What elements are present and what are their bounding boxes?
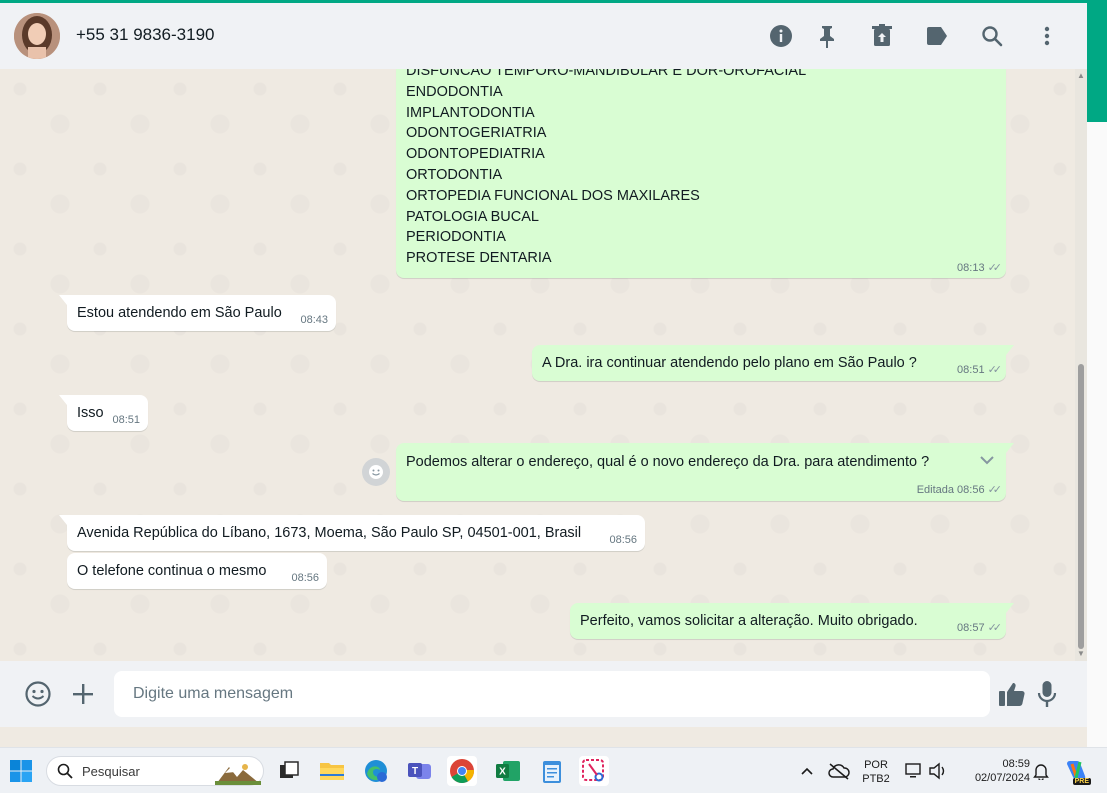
taskbar-clock[interactable]: 08:59 02/07/2024 <box>956 757 1030 785</box>
search-highlight-image-icon <box>215 759 261 790</box>
message-outgoing[interactable]: Perfeito, vamos solicitar a alteração. M… <box>570 603 1014 639</box>
chat-header: +55 31 9836-3190 <box>0 3 1087 69</box>
copilot-icon[interactable]: PRE <box>1061 756 1091 786</box>
menu-icon[interactable] <box>1032 21 1062 51</box>
message-meta: 08:51 ✓✓ <box>957 363 1003 377</box>
excel-icon[interactable]: X <box>493 756 523 786</box>
emoji-icon[interactable] <box>21 677 55 711</box>
list-line: PROTESE DENTARIA <box>406 250 552 267</box>
react-emoji-button[interactable] <box>362 458 390 486</box>
svg-text:T: T <box>412 766 418 777</box>
teams-icon[interactable]: T <box>405 756 435 786</box>
message-text: Avenida República do Líbano, 1673, Moema… <box>77 525 582 541</box>
message-time: 08:43 <box>300 314 328 326</box>
message-meta: 08:56 <box>291 572 319 584</box>
message-time: 08:56 <box>291 572 319 584</box>
message-time: 08:56 <box>957 483 985 496</box>
scroll-up-arrow-icon[interactable]: ▲ <box>1077 71 1085 80</box>
message-incoming[interactable]: O telefone continua o mesmo 08:56 <box>67 553 327 589</box>
clock-date: 02/07/2024 <box>974 772 1030 784</box>
message-meta: 08:56 <box>609 534 637 546</box>
message-text: Perfeito, vamos solicitar a alteração. M… <box>580 613 918 629</box>
microphone-icon[interactable] <box>1030 677 1064 711</box>
double-check-icon: ✓✓ <box>987 622 1003 634</box>
double-check-icon: ✓✓ <box>987 364 1003 376</box>
message-time: 08:51 <box>112 414 140 426</box>
double-check-icon: ✓✓ <box>987 484 1003 496</box>
message-meta: 08:57 ✓✓ <box>957 621 1003 635</box>
list-line: DISFUNCAO TEMPORO-MANDIBULAR E DOR-OROFA… <box>406 69 807 79</box>
windows-start-icon[interactable] <box>6 756 36 786</box>
volume-icon[interactable] <box>923 756 953 786</box>
thumbs-up-icon[interactable] <box>995 677 1029 711</box>
message-time: 08:13 <box>957 261 985 274</box>
taskbar-search-label: Pesquisar <box>82 764 140 779</box>
list-line: IMPLANTODONTIA <box>406 104 535 121</box>
message-time: 08:56 <box>609 534 637 546</box>
copilot-badge: PRE <box>1072 778 1091 785</box>
message-meta: 08:13 ✓✓ <box>957 261 1003 275</box>
edited-label: Editada <box>916 483 955 496</box>
list-line: PERIODONTIA <box>406 229 506 246</box>
svg-text:X: X <box>499 767 506 778</box>
scrollbar-thumb[interactable] <box>1078 364 1084 649</box>
message-meta: 08:43 <box>300 314 328 326</box>
notification-bell-icon[interactable] <box>1026 756 1056 786</box>
label-icon[interactable] <box>922 21 952 51</box>
edge-browser-icon[interactable] <box>361 756 391 786</box>
message-outgoing[interactable]: A Dra. ira continuar atendendo pelo plan… <box>532 345 1014 381</box>
message-text: O telefone continua o mesmo <box>77 563 267 579</box>
message-composer-bar <box>0 661 1087 727</box>
file-explorer-icon[interactable] <box>317 756 347 786</box>
message-text: A Dra. ira continuar atendendo pelo plan… <box>542 355 917 371</box>
chrome-browser-icon[interactable] <box>447 756 477 786</box>
list-line: ENDODONTIA <box>406 83 503 100</box>
message-outgoing-specialties[interactable]: DISFUNCAO TEMPORO-MANDIBULAR E DOR-OROFA… <box>396 69 1006 278</box>
contact-name[interactable]: +55 31 9836-3190 <box>76 25 215 45</box>
message-text: Podemos alterar o endereço, qual é o nov… <box>406 454 930 470</box>
snipping-tool-icon[interactable] <box>579 756 609 786</box>
contact-avatar[interactable] <box>14 13 60 59</box>
windows-taskbar: Pesquisar T X POR PTB2 08:59 02/07/2024 … <box>0 747 1107 793</box>
search-icon <box>57 763 73 784</box>
scroll-down-arrow-icon[interactable]: ▼ <box>1077 649 1085 658</box>
language-code: POR <box>864 759 888 771</box>
list-line: ODONTOGERIATRIA <box>406 125 547 142</box>
onedrive-icon[interactable] <box>824 756 854 786</box>
keyboard-layout: PTB2 <box>862 773 890 785</box>
chat-messages[interactable]: DISFUNCAO TEMPORO-MANDIBULAR E DOR-OROFA… <box>0 69 1087 661</box>
message-outgoing-edited[interactable]: Podemos alterar o endereço, qual é o nov… <box>396 443 1014 501</box>
message-text: Isso <box>77 405 104 421</box>
chevron-down-icon[interactable] <box>978 453 996 471</box>
window-edge-accent <box>1087 3 1107 122</box>
info-icon[interactable] <box>766 21 796 51</box>
message-incoming[interactable]: Avenida República do Líbano, 1673, Moema… <box>59 515 645 551</box>
message-incoming[interactable]: Isso 08:51 <box>59 395 148 431</box>
message-incoming[interactable]: Estou atendendo em São Paulo 08:43 <box>59 295 336 331</box>
specialties-list: DISFUNCAO TEMPORO-MANDIBULAR E DOR-OROFA… <box>406 69 806 269</box>
message-input[interactable] <box>114 671 990 717</box>
archive-icon[interactable] <box>867 21 897 51</box>
message-time: 08:51 <box>957 363 985 376</box>
list-line: ODONTOPEDIATRIA <box>406 146 545 163</box>
list-line: PATOLOGIA BUCAL <box>406 208 539 225</box>
search-icon[interactable] <box>977 21 1007 51</box>
window-edge <box>1087 122 1107 747</box>
show-hidden-icons-chevron-icon[interactable] <box>792 756 822 786</box>
input-language[interactable]: POR PTB2 <box>858 758 894 786</box>
task-view-icon[interactable] <box>274 756 304 786</box>
clock-time: 08:59 <box>1002 758 1030 770</box>
notepad-icon[interactable] <box>537 756 567 786</box>
message-text: Estou atendendo em São Paulo <box>77 305 282 321</box>
taskbar-search[interactable]: Pesquisar <box>46 756 264 786</box>
list-line: ORTODONTIA <box>406 166 503 183</box>
whatsapp-window: +55 31 9836-3190 DISFUNCAO TEMPORO-MANDI… <box>0 3 1087 747</box>
message-meta: Editada 08:56 ✓✓ <box>916 483 1003 497</box>
attach-plus-icon[interactable] <box>66 677 100 711</box>
double-check-icon: ✓✓ <box>987 262 1003 274</box>
pin-icon[interactable] <box>812 21 842 51</box>
message-meta: 08:51 <box>112 414 140 426</box>
message-time: 08:57 <box>957 621 985 634</box>
list-line: ORTOPEDIA FUNCIONAL DOS MAXILARES <box>406 187 700 204</box>
